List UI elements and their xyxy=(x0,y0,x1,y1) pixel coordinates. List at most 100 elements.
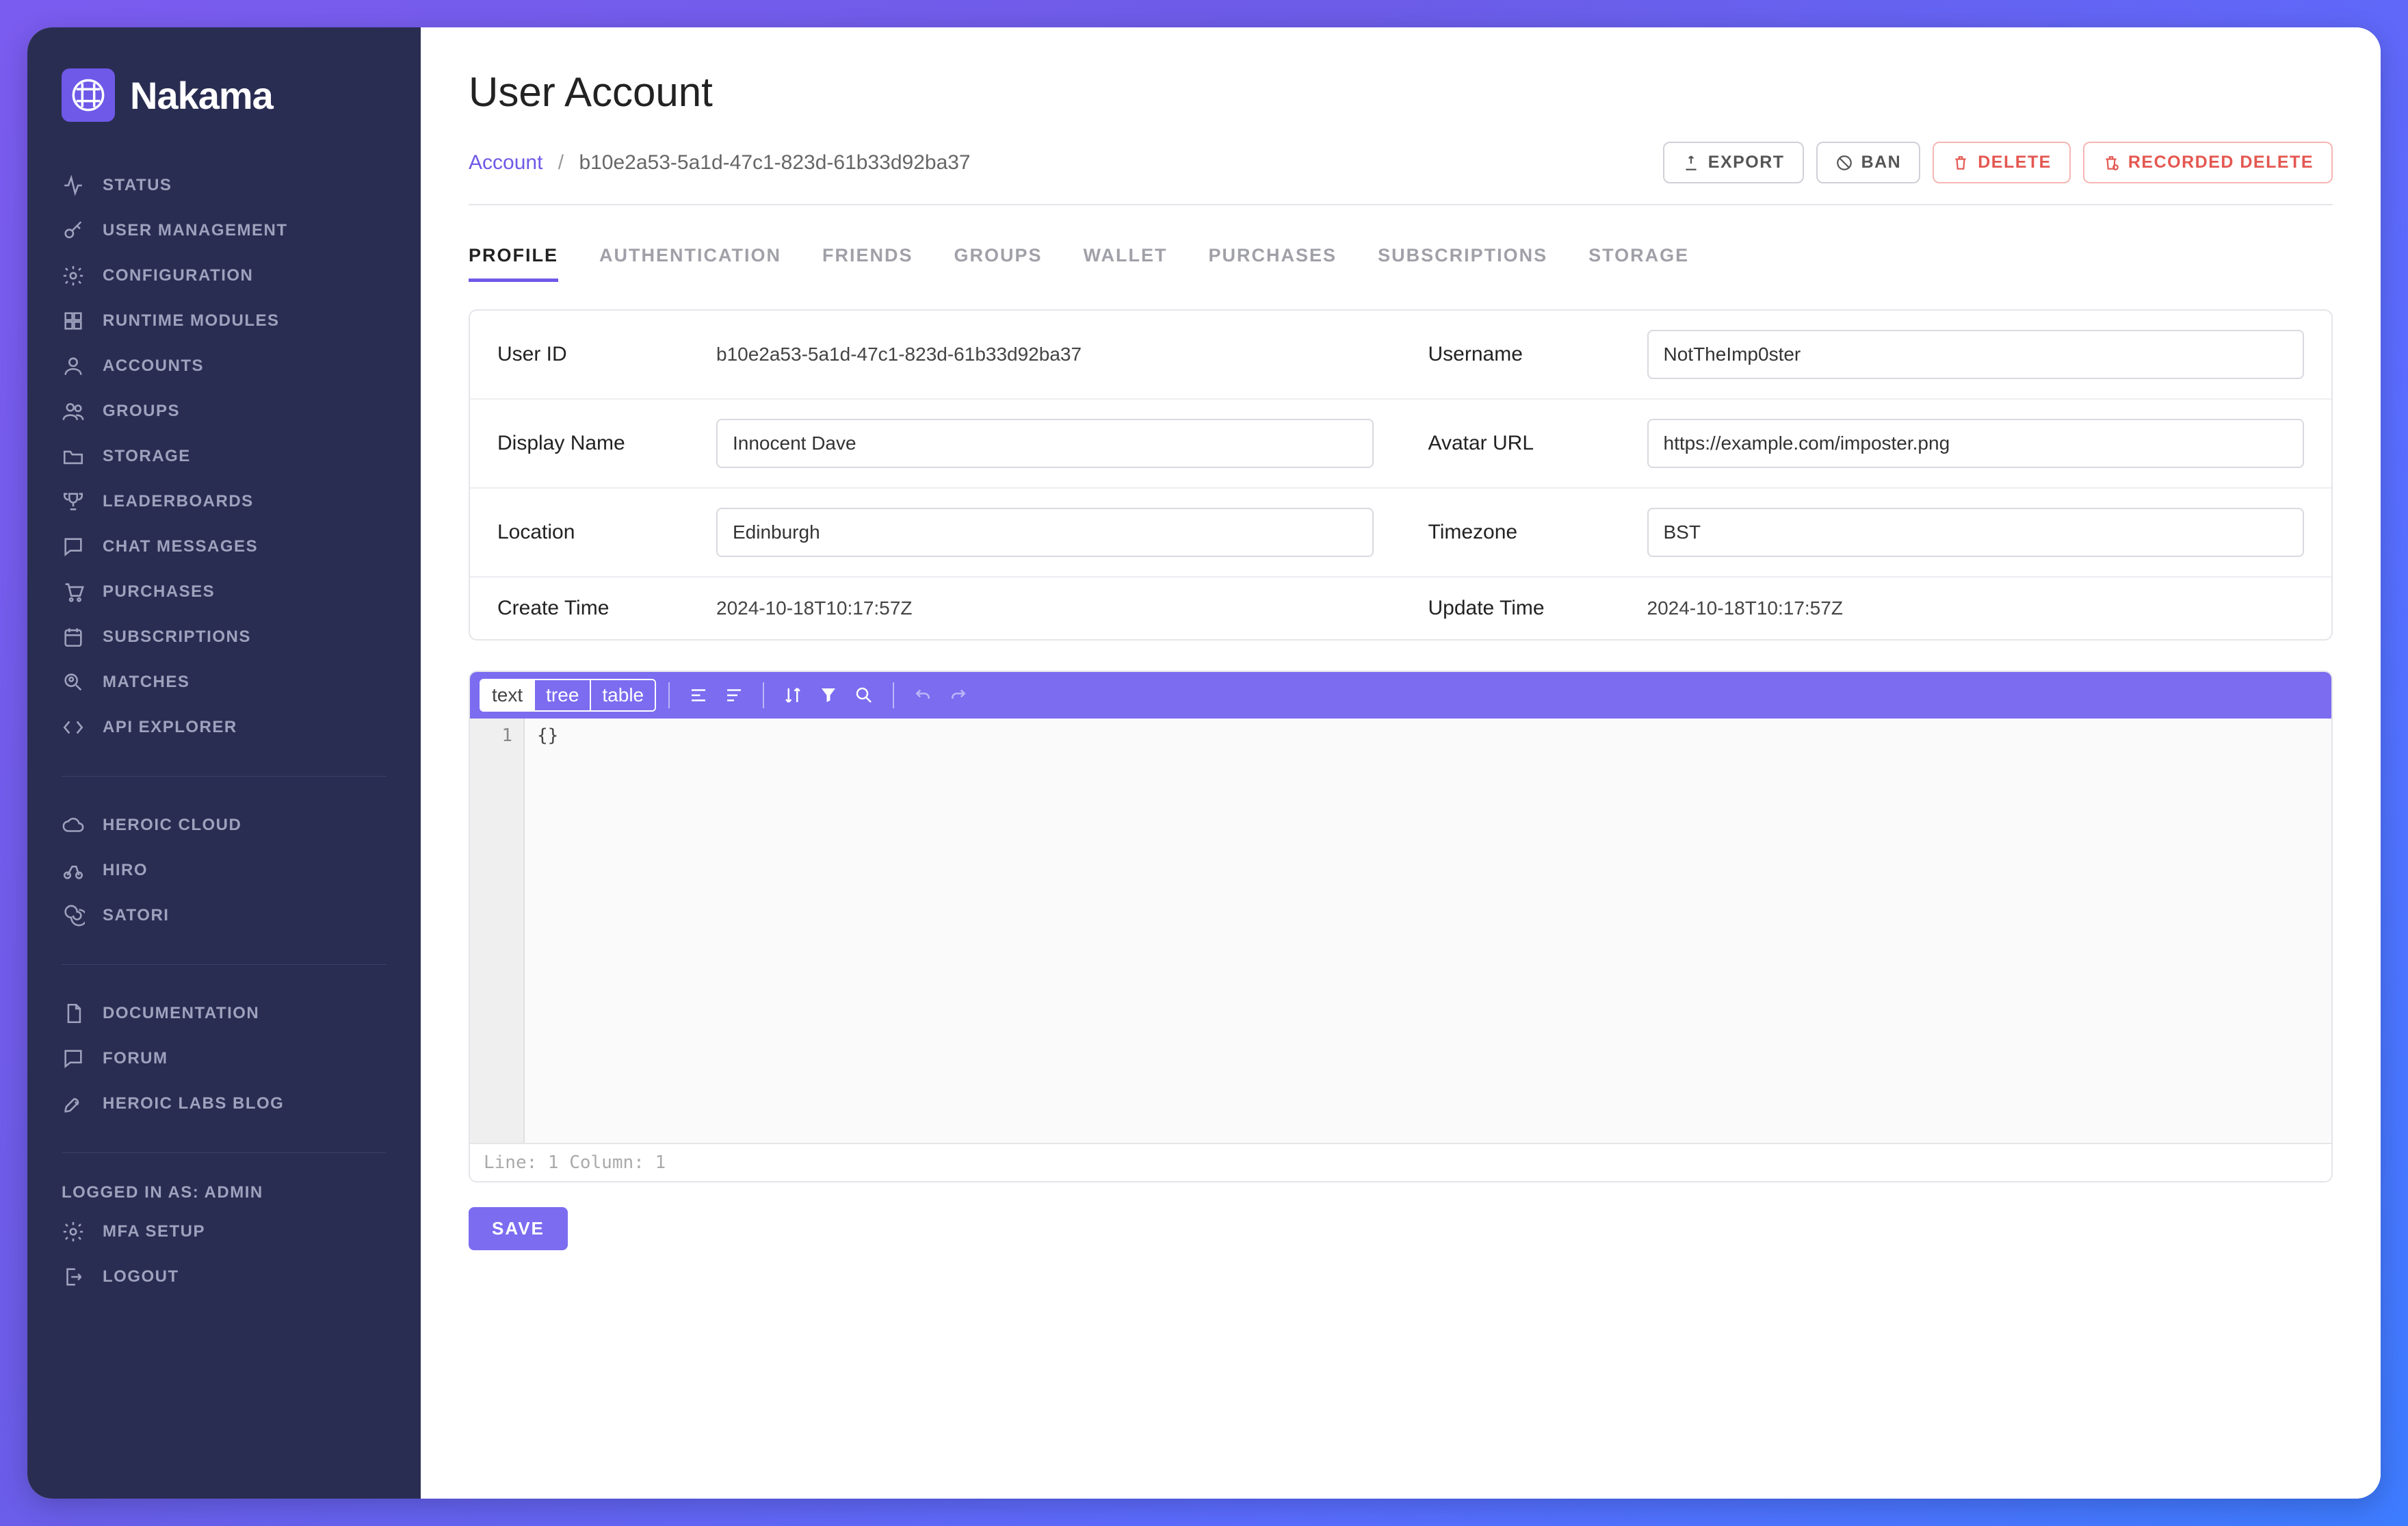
undo-icon[interactable] xyxy=(909,682,937,709)
save-button[interactable]: SAVE xyxy=(469,1207,568,1250)
gear-icon xyxy=(62,264,85,287)
logged-in-as: LOGGED IN AS: ADMIN xyxy=(27,1172,421,1202)
export-icon xyxy=(1682,154,1700,172)
calendar-icon xyxy=(62,625,85,649)
sidebar: Nakama STATUS USER MANAGEMENT CONFIGURATIO… xyxy=(27,27,421,1499)
logo[interactable]: Nakama xyxy=(27,55,421,156)
trash-icon xyxy=(1952,154,1969,172)
sidebar-item-accounts[interactable]: ACCOUNTS xyxy=(27,344,421,389)
format-icon[interactable] xyxy=(685,682,712,709)
logout-icon xyxy=(62,1265,85,1289)
sidebar-item-storage[interactable]: STORAGE xyxy=(27,434,421,479)
ban-icon xyxy=(1835,154,1853,172)
tab-friends[interactable]: FRIENDS xyxy=(822,233,913,282)
ban-button[interactable]: BAN xyxy=(1816,142,1921,183)
sidebar-item-configuration[interactable]: CONFIGURATION xyxy=(27,253,421,298)
export-button[interactable]: EXPORT xyxy=(1663,142,1804,183)
divider xyxy=(469,204,2333,205)
display-name-input[interactable] xyxy=(716,419,1374,468)
redo-icon[interactable] xyxy=(945,682,972,709)
json-editor: texttreetable 1 {} Line: 1 Column: 1 xyxy=(469,671,2333,1182)
profile-card: User ID b10e2a53-5a1d-47c1-823d-61b33d92… xyxy=(469,309,2333,641)
tab-purchases[interactable]: PURCHASES xyxy=(1209,233,1337,282)
location-input[interactable] xyxy=(716,508,1374,557)
logo-icon xyxy=(62,68,115,122)
display-name-label: Display Name xyxy=(497,432,703,455)
sidebar-item-hiro[interactable]: HIRO xyxy=(27,848,421,893)
editor-body[interactable]: 1 {} xyxy=(470,719,2331,1143)
breadcrumb-sep: / xyxy=(558,151,564,174)
sidebar-item-forum[interactable]: FORUM xyxy=(27,1036,421,1081)
activity-icon xyxy=(62,174,85,197)
sidebar-item-satori[interactable]: SATORI xyxy=(27,893,421,938)
filter-icon[interactable] xyxy=(815,682,842,709)
chat-icon xyxy=(62,1047,85,1070)
editor-mode-text[interactable]: text xyxy=(481,680,535,710)
username-label: Username xyxy=(1428,343,1634,366)
create-time-value: 2024-10-18T10:17:57Z xyxy=(716,597,1374,619)
sidebar-item-runtime-modules[interactable]: RUNTIME MODULES xyxy=(27,298,421,344)
timezone-input[interactable] xyxy=(1647,508,2305,557)
sidebar-item-label: USER MANAGEMENT xyxy=(103,221,288,240)
tab-wallet[interactable]: WALLET xyxy=(1084,233,1168,282)
user-icon xyxy=(62,354,85,378)
folder-icon xyxy=(62,445,85,468)
cloud-icon xyxy=(62,814,85,837)
tab-groups[interactable]: GROUPS xyxy=(954,233,1043,282)
users-icon xyxy=(62,400,85,423)
sidebar-item-matches[interactable]: MATCHES xyxy=(27,660,421,705)
editor-mode-table[interactable]: table xyxy=(591,680,655,710)
sidebar-item-documentation[interactable]: DOCUMENTATION xyxy=(27,991,421,1036)
compact-icon[interactable] xyxy=(720,682,748,709)
tab-authentication[interactable]: AUTHENTICATION xyxy=(599,233,781,282)
create-time-label: Create Time xyxy=(497,597,703,620)
sidebar-item-label: LOGOUT xyxy=(103,1267,179,1286)
sidebar-item-user-management[interactable]: USER MANAGEMENT xyxy=(27,208,421,253)
header-row: Account / b10e2a53-5a1d-47c1-823d-61b33d… xyxy=(469,142,2333,183)
sidebar-item-label: MFA SETUP xyxy=(103,1222,205,1241)
sidebar-item-subscriptions[interactable]: SUBSCRIPTIONS xyxy=(27,615,421,660)
update-time-value: 2024-10-18T10:17:57Z xyxy=(1647,597,2305,619)
search-icon[interactable] xyxy=(850,682,878,709)
tab-subscriptions[interactable]: SUBSCRIPTIONS xyxy=(1378,233,1547,282)
tab-storage[interactable]: STORAGE xyxy=(1588,233,1689,282)
sidebar-item-logout[interactable]: LOGOUT xyxy=(27,1254,421,1299)
breadcrumb-root[interactable]: Account xyxy=(469,151,542,174)
main-content: User Account Account / b10e2a53-5a1d-47c… xyxy=(421,27,2381,1499)
sidebar-item-heroic-cloud[interactable]: HEROIC CLOUD xyxy=(27,803,421,848)
sidebar-item-label: HEROIC LABS BLOG xyxy=(103,1094,284,1113)
logo-text: Nakama xyxy=(130,73,273,118)
search-user-icon xyxy=(62,671,85,694)
tab-profile[interactable]: PROFILE xyxy=(469,233,558,282)
user-id-value: b10e2a53-5a1d-47c1-823d-61b33d92ba37 xyxy=(716,344,1374,365)
update-time-label: Update Time xyxy=(1428,597,1634,620)
sidebar-item-groups[interactable]: GROUPS xyxy=(27,389,421,434)
sidebar-item-heroic-labs-blog[interactable]: HEROIC LABS BLOG xyxy=(27,1081,421,1126)
sidebar-item-chat-messages[interactable]: CHAT MESSAGES xyxy=(27,524,421,569)
recorded-delete-button[interactable]: RECORDED DELETE xyxy=(2083,142,2333,183)
editor-mode-tree[interactable]: tree xyxy=(535,680,591,710)
trash-rec-icon xyxy=(2102,154,2120,172)
sidebar-item-label: FORUM xyxy=(103,1049,168,1068)
sidebar-item-mfa-setup[interactable]: MFA SETUP xyxy=(27,1209,421,1254)
code-icon xyxy=(62,716,85,739)
editor-code[interactable]: {} xyxy=(525,719,2331,1143)
rocket-icon xyxy=(62,1092,85,1115)
sidebar-item-status[interactable]: STATUS xyxy=(27,163,421,208)
delete-button[interactable]: DELETE xyxy=(1933,142,2071,183)
gear-icon xyxy=(62,1220,85,1243)
trophy-icon xyxy=(62,490,85,513)
sort-icon[interactable] xyxy=(779,682,807,709)
avatar-url-input[interactable] xyxy=(1647,419,2305,468)
editor-toolbar: texttreetable xyxy=(470,672,2331,719)
sidebar-item-label: STATUS xyxy=(103,176,172,195)
breadcrumb-id: b10e2a53-5a1d-47c1-823d-61b33d92ba37 xyxy=(579,151,970,174)
location-label: Location xyxy=(497,521,703,544)
sidebar-item-label: LEADERBOARDS xyxy=(103,492,254,511)
sidebar-item-api-explorer[interactable]: API EXPLORER xyxy=(27,705,421,750)
sidebar-item-leaderboards[interactable]: LEADERBOARDS xyxy=(27,479,421,524)
username-input[interactable] xyxy=(1647,330,2305,379)
sidebar-item-purchases[interactable]: PURCHASES xyxy=(27,569,421,615)
sidebar-item-label: MATCHES xyxy=(103,673,189,692)
sidebar-item-label: HIRO xyxy=(103,861,148,880)
